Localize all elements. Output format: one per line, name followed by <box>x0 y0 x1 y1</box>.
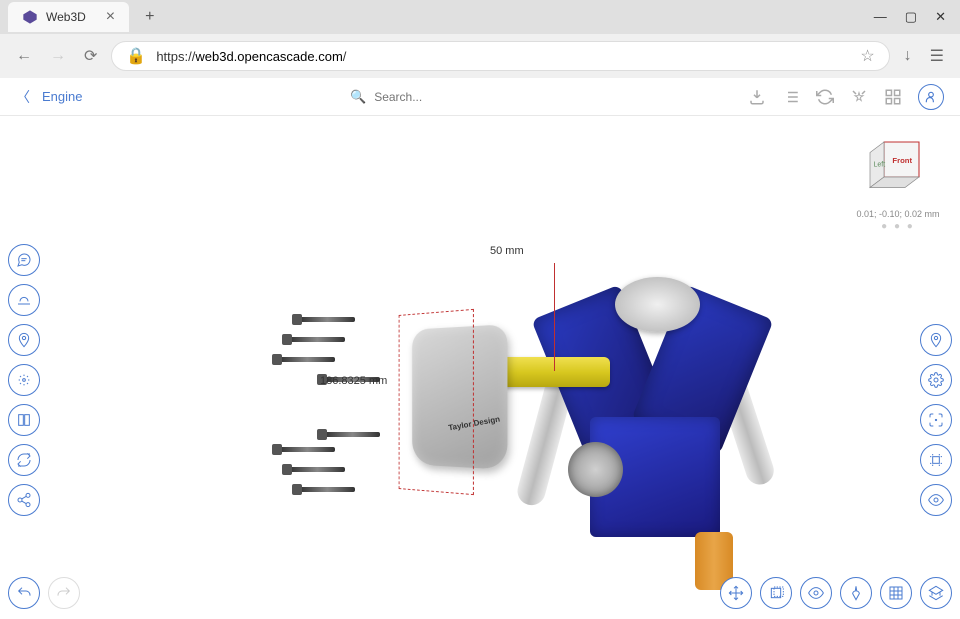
dimension-label-1: 50 mm <box>490 245 524 257</box>
lock-icon: 🔒 <box>126 46 146 66</box>
bolt[interactable] <box>300 487 355 492</box>
cube-menu-dots[interactable]: ● ● ● <box>848 221 948 232</box>
dimension-label-2: 186.8325 mm <box>320 375 387 387</box>
downloads-icon[interactable]: ↓ <box>900 43 916 69</box>
breadcrumb[interactable]: Engine <box>42 89 82 104</box>
focus-button[interactable] <box>920 404 952 436</box>
bolt[interactable] <box>325 432 380 437</box>
browser-tab-bar: Web3D × + — ▢ ✕ <box>0 0 960 34</box>
search-icon: 🔍 <box>350 89 366 105</box>
minimize-button[interactable]: — <box>874 9 887 25</box>
sections-button[interactable] <box>8 404 40 436</box>
bolt[interactable] <box>290 337 345 342</box>
explode-button[interactable] <box>920 444 952 476</box>
user-button[interactable] <box>918 84 944 110</box>
undo-button[interactable] <box>8 577 40 609</box>
app-toolbar: 〈 Engine 🔍 <box>0 78 960 116</box>
reload-button[interactable]: ⟳ <box>80 42 101 70</box>
clipping-button[interactable] <box>760 577 792 609</box>
waypoint-button[interactable] <box>920 324 952 356</box>
menu-icon[interactable]: ☰ <box>926 42 948 70</box>
search-input[interactable] <box>366 86 610 108</box>
redo-button[interactable] <box>48 577 80 609</box>
search-box: 🔍 <box>350 86 610 108</box>
navigation-cube[interactable]: Left Front 0.01; -0.10; 0.02 mm ● ● ● <box>848 128 948 232</box>
projection-button[interactable] <box>920 577 952 609</box>
address-bar: ← → ⟳ 🔒 https://web3d.opencascade.com/ ☆… <box>0 34 960 78</box>
close-window-button[interactable]: ✕ <box>935 9 946 25</box>
apps-icon[interactable] <box>884 88 902 106</box>
window-controls: — ▢ ✕ <box>874 9 960 25</box>
svg-text:Left: Left <box>874 162 886 169</box>
right-tool-panel <box>920 324 952 516</box>
browser-chrome: Web3D × + — ▢ ✕ ← → ⟳ 🔒 https://web3d.op… <box>0 0 960 78</box>
close-tab-icon[interactable]: × <box>106 8 115 26</box>
markup-button[interactable] <box>8 284 40 316</box>
crankshaft-highlighted[interactable] <box>500 357 610 387</box>
appearance-button[interactable] <box>840 577 872 609</box>
pin-button[interactable] <box>8 324 40 356</box>
model-canvas[interactable]: 50 mm 186.8325 mm Taylor Design <box>150 147 810 567</box>
left-tool-panel <box>8 244 40 516</box>
browser-tab[interactable]: Web3D × <box>8 2 129 32</box>
forward-button[interactable]: → <box>46 43 70 69</box>
share-button[interactable] <box>8 484 40 516</box>
back-button[interactable]: ← <box>12 43 36 69</box>
effects-button[interactable] <box>8 364 40 396</box>
svg-text:Front: Front <box>892 156 912 165</box>
visibility-button[interactable] <box>920 484 952 516</box>
comments-button[interactable] <box>8 244 40 276</box>
dimension-line <box>554 263 555 371</box>
refresh-icon[interactable] <box>816 88 834 106</box>
url-text: https://web3d.opencascade.com/ <box>156 49 850 64</box>
render-mode-button[interactable] <box>880 577 912 609</box>
air-cleaner[interactable] <box>615 277 700 332</box>
bolt[interactable] <box>300 317 355 322</box>
toolbar-actions <box>748 84 944 110</box>
list-icon[interactable] <box>782 88 800 106</box>
tab-title: Web3D <box>46 10 86 24</box>
viewport-3d[interactable]: Left Front 0.01; -0.10; 0.02 mm ● ● ● <box>0 116 960 619</box>
bottom-tool-panel <box>720 577 952 609</box>
bolt[interactable] <box>290 467 345 472</box>
cube-coordinates: 0.01; -0.10; 0.02 mm <box>848 209 948 219</box>
nav-cube-icon[interactable]: Left Front <box>863 128 933 198</box>
move-button[interactable] <box>720 577 752 609</box>
download-icon[interactable] <box>748 88 766 106</box>
url-box[interactable]: 🔒 https://web3d.opencascade.com/ ☆ <box>111 41 889 71</box>
maximize-button[interactable]: ▢ <box>905 9 917 25</box>
show-hide-button[interactable] <box>800 577 832 609</box>
bolt[interactable] <box>280 357 335 362</box>
settings-button[interactable] <box>920 364 952 396</box>
sync-button[interactable] <box>8 444 40 476</box>
app-favicon-icon <box>22 9 38 25</box>
engine-assembly[interactable] <box>560 287 730 507</box>
dimension-box <box>399 309 474 495</box>
bookmark-icon[interactable]: ☆ <box>860 46 874 66</box>
new-tab-button[interactable]: + <box>137 4 162 30</box>
bearing-hub[interactable] <box>568 442 623 497</box>
undo-redo-panel <box>8 577 80 609</box>
tools-icon[interactable] <box>850 88 868 106</box>
app-back-button[interactable]: 〈 <box>16 87 30 107</box>
bolt[interactable] <box>280 447 335 452</box>
